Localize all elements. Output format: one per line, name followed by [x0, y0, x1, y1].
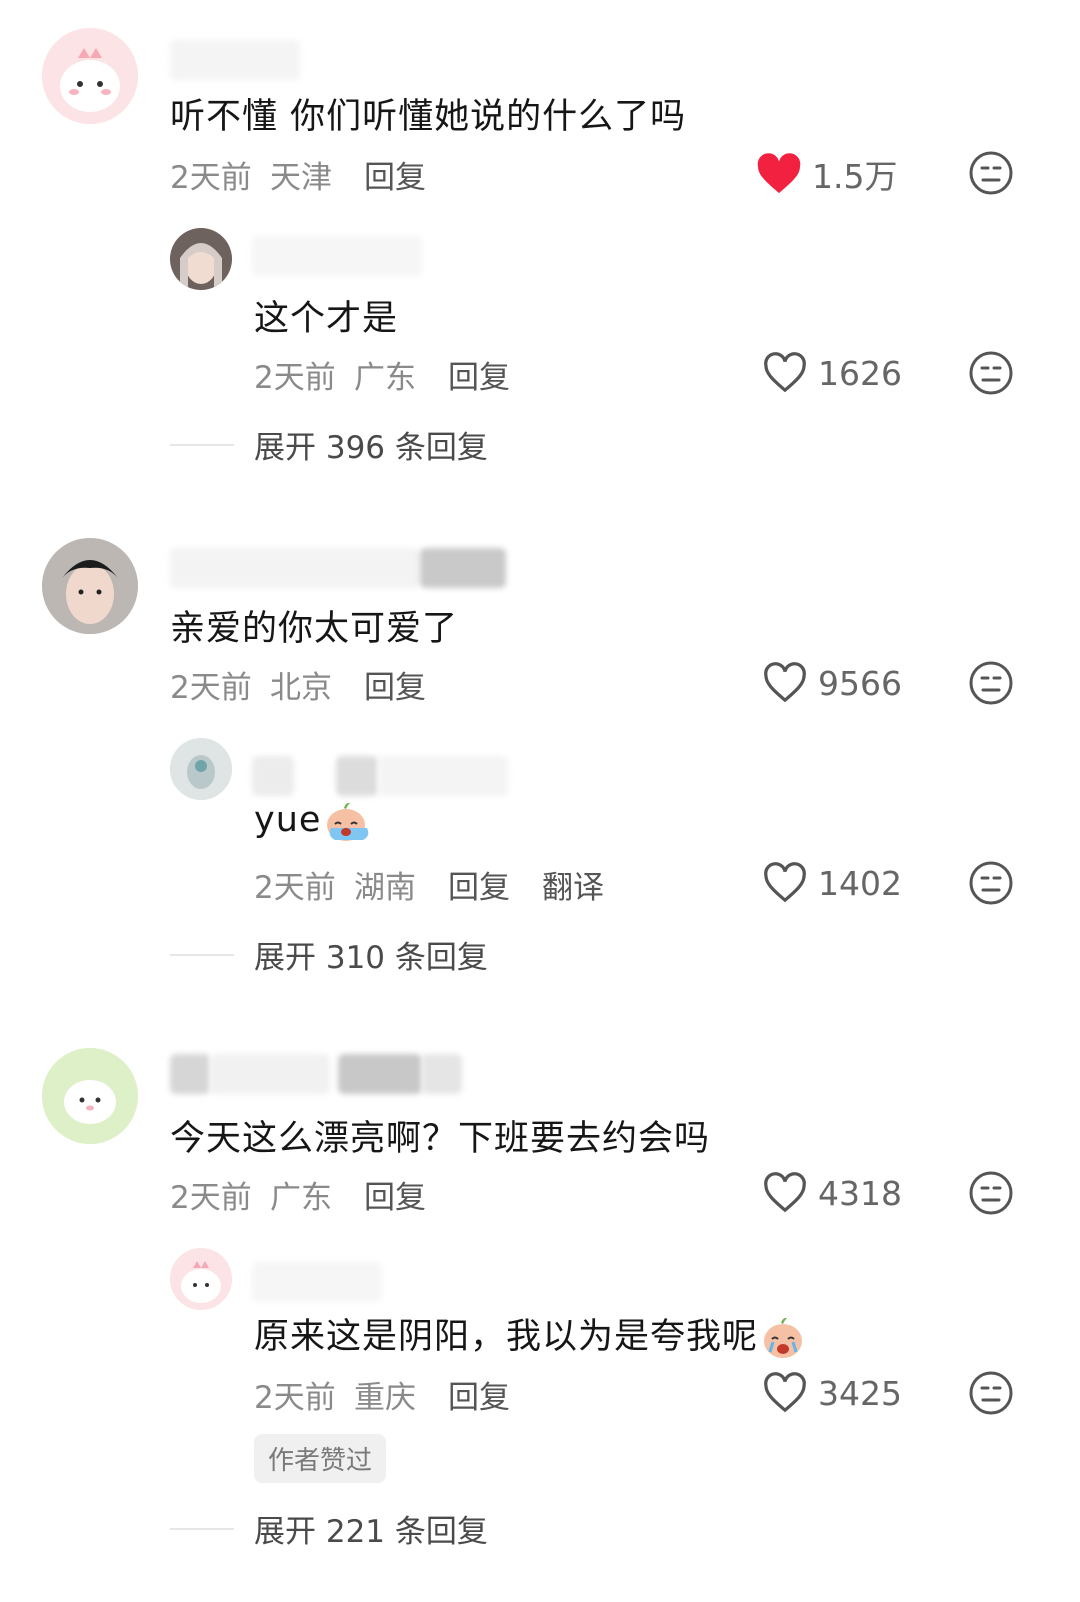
like-button[interactable]: 9566 [762, 662, 902, 704]
portrait-avatar-icon [170, 228, 232, 290]
like-count: 4318 [818, 1173, 902, 1213]
like-button[interactable]: 1.5万 [756, 150, 897, 198]
reply-avatar[interactable] [170, 1248, 232, 1310]
heart-outline-icon [764, 862, 806, 903]
comment-location: 北京 [270, 670, 332, 706]
like-count: 9566 [818, 663, 902, 703]
reply-avatar[interactable] [170, 738, 232, 800]
reply-button[interactable]: 回复 [364, 662, 426, 707]
username-blurred[interactable] [170, 40, 300, 80]
comment-time: 2天前 [170, 670, 252, 706]
comment-text: 今天这么漂亮啊？下班要去约会吗 [170, 1119, 711, 1159]
reply-location: 广东 [354, 360, 416, 396]
crying-face-emoji-icon [764, 1317, 803, 1358]
comment-location: 天津 [270, 160, 332, 196]
dislike-face-icon[interactable] [968, 150, 1014, 196]
comment-time: 2天前 [170, 1180, 252, 1216]
dislike-face-icon[interactable] [968, 660, 1014, 706]
comment-location: 广东 [270, 1180, 332, 1216]
cartoon-avatar-icon [170, 1248, 232, 1310]
like-button[interactable]: 4318 [762, 1172, 902, 1214]
reply-text-content: 原来这是阴阳，我以为是夸我呢 [254, 1317, 759, 1357]
dislike-face-icon[interactable] [968, 860, 1014, 906]
reply-text-content: yue [254, 800, 322, 840]
avatar[interactable] [42, 1048, 138, 1144]
translate-button[interactable]: 翻译 [542, 862, 604, 907]
like-button[interactable]: 1626 [762, 352, 902, 394]
reply-text: yue [254, 798, 369, 844]
divider-line [170, 1527, 234, 1530]
like-count: 3425 [818, 1373, 902, 1413]
reply-time: 2天前 [254, 1380, 336, 1416]
portrait-avatar-icon [42, 538, 138, 634]
reply-username-blurred[interactable] [252, 236, 422, 276]
reply-button[interactable]: 回复 [448, 352, 510, 397]
reply-button[interactable]: 回复 [448, 1372, 510, 1417]
expand-replies-button[interactable]: 展开 310 条回复 [170, 932, 488, 977]
comment-text: 听不懂 你们听懂她说的什么了吗 [170, 97, 687, 137]
like-count: 1.5万 [812, 157, 898, 196]
reply-avatar[interactable] [170, 228, 232, 290]
avatar[interactable] [42, 538, 138, 634]
divider-line [170, 953, 234, 956]
avatar[interactable] [42, 28, 138, 124]
divider-line [170, 443, 234, 446]
reply-text: 原来这是阴阳，我以为是夸我呢 [254, 1308, 806, 1361]
reply-text: 这个才是 [254, 299, 399, 339]
heart-outline-icon [764, 352, 806, 393]
expand-replies-label: 展开 396 条回复 [254, 430, 488, 466]
author-liked-badge: 作者赞过 [254, 1434, 387, 1483]
crying-face-emoji-icon [327, 802, 369, 841]
dislike-face-icon[interactable] [968, 1370, 1014, 1416]
comment-text: 亲爱的你太可爱了 [170, 609, 459, 649]
reply-location: 重庆 [354, 1380, 416, 1416]
comment-time: 2天前 [170, 160, 252, 196]
figure-avatar-icon [170, 738, 232, 800]
expand-replies-label: 展开 221 条回复 [254, 1514, 488, 1550]
heart-filled-icon [757, 153, 801, 194]
heart-outline-icon [764, 1172, 806, 1213]
like-count: 1402 [818, 863, 902, 903]
reply-button[interactable]: 回复 [448, 862, 510, 907]
reply-location: 湖南 [354, 870, 416, 906]
like-button[interactable]: 1402 [762, 862, 902, 904]
reply-username-blurred[interactable] [252, 756, 508, 796]
reply-button[interactable]: 回复 [364, 152, 426, 197]
username-blurred[interactable] [170, 1054, 500, 1094]
expand-replies-button[interactable]: 展开 396 条回复 [170, 422, 488, 467]
like-count: 1626 [818, 353, 902, 393]
heart-outline-icon [764, 1372, 806, 1413]
heart-outline-icon [764, 662, 806, 703]
reply-time: 2天前 [254, 360, 336, 396]
dislike-face-icon[interactable] [968, 350, 1014, 396]
dislike-face-icon[interactable] [968, 1170, 1014, 1216]
cartoon-avatar-icon [42, 1048, 138, 1144]
reply-username-blurred[interactable] [252, 1262, 382, 1302]
expand-replies-label: 展开 310 条回复 [254, 940, 488, 976]
like-button[interactable]: 3425 [762, 1372, 902, 1414]
username-blurred[interactable] [170, 548, 506, 588]
expand-replies-button[interactable]: 展开 221 条回复 [170, 1506, 488, 1551]
cartoon-avatar-icon [42, 28, 138, 124]
reply-time: 2天前 [254, 870, 336, 906]
reply-button[interactable]: 回复 [364, 1172, 426, 1217]
